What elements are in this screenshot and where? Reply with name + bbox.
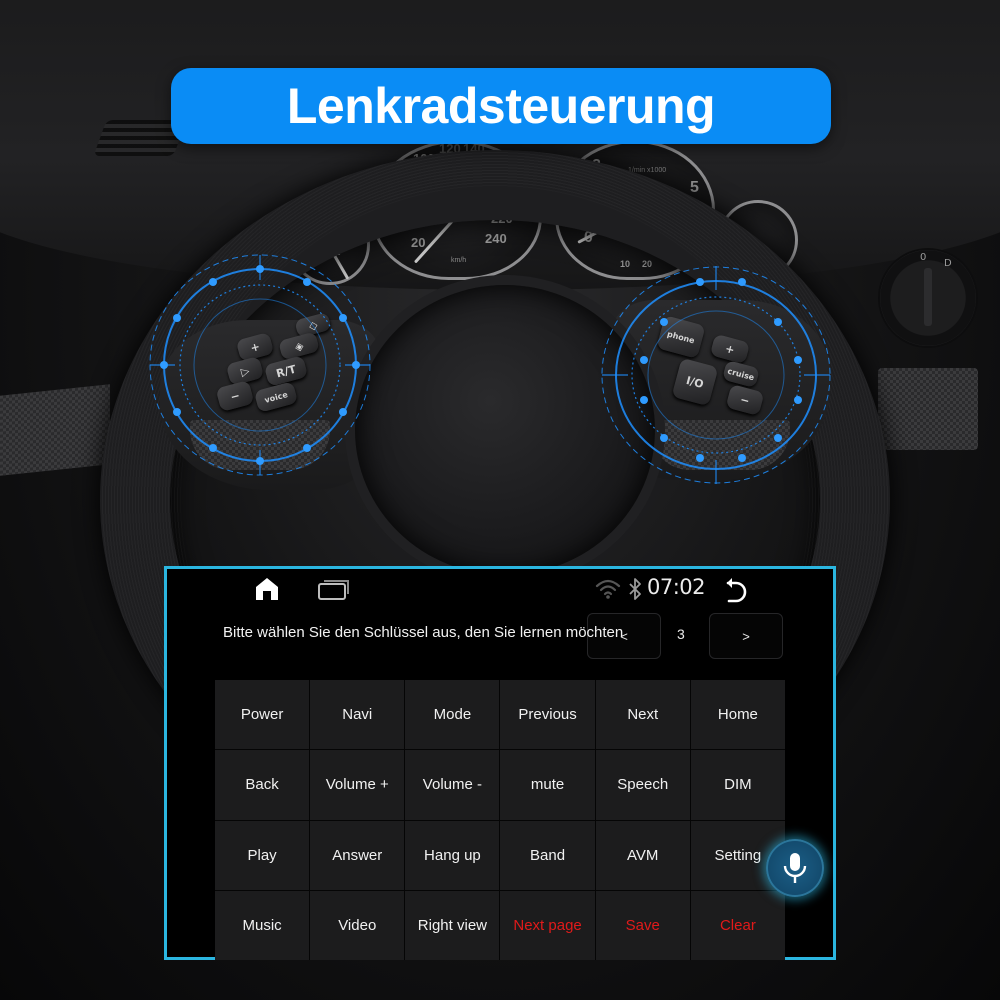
key-next[interactable]: Next bbox=[595, 680, 690, 750]
key-mute[interactable]: mute bbox=[500, 750, 595, 820]
key-band[interactable]: Band bbox=[500, 820, 595, 890]
key-next-page[interactable]: Next page bbox=[500, 890, 595, 960]
recents-icon[interactable] bbox=[317, 577, 351, 601]
key-previous[interactable]: Previous bbox=[500, 680, 595, 750]
status-bar: 07:02 bbox=[167, 569, 833, 609]
key-home[interactable]: Home bbox=[690, 680, 785, 750]
key-music[interactable]: Music bbox=[215, 890, 310, 960]
key-clear[interactable]: Clear bbox=[690, 890, 785, 960]
key-power[interactable]: Power bbox=[215, 680, 310, 750]
key-video[interactable]: Video bbox=[310, 890, 405, 960]
spoke-carbon-trim-right bbox=[650, 420, 790, 470]
key-right-view[interactable]: Right view bbox=[405, 890, 500, 960]
key-navi[interactable]: Navi bbox=[310, 680, 405, 750]
key-hang-up[interactable]: Hang up bbox=[405, 820, 500, 890]
carbon-trim-right bbox=[878, 368, 978, 450]
microphone-icon bbox=[783, 853, 807, 883]
key-selection-grid: Power Navi Mode Previous Next Home Back Volume … bbox=[215, 680, 785, 960]
key-answer[interactable]: Answer bbox=[310, 820, 405, 890]
key-dim[interactable]: DIM bbox=[690, 750, 785, 820]
key-volume-down[interactable]: Volume - bbox=[405, 750, 500, 820]
page-number: 3 bbox=[677, 626, 685, 642]
key-avm[interactable]: AVM bbox=[595, 820, 690, 890]
spoke-carbon-trim-left bbox=[190, 420, 330, 470]
next-page-button[interactable]: > bbox=[709, 613, 783, 659]
title-banner: Lenkradsteuerung bbox=[171, 68, 831, 144]
key-save[interactable]: Save bbox=[595, 890, 690, 960]
tach-tick-label: 5 bbox=[690, 179, 699, 196]
key-speech[interactable]: Speech bbox=[595, 750, 690, 820]
light-switch-knob: 0 D bbox=[880, 250, 976, 346]
steering-airbag-hub bbox=[355, 285, 655, 575]
key-play[interactable]: Play bbox=[215, 820, 310, 890]
light-switch-mark: 0 bbox=[920, 252, 927, 263]
clock: 07:02 bbox=[647, 575, 706, 599]
key-volume-up[interactable]: Volume + bbox=[310, 750, 405, 820]
back-icon[interactable] bbox=[723, 574, 753, 604]
carbon-trim-left bbox=[0, 384, 110, 476]
light-switch-mark: D bbox=[944, 258, 952, 269]
home-icon[interactable] bbox=[253, 575, 281, 603]
voice-assistant-button[interactable] bbox=[766, 839, 824, 897]
banner-title: Lenkradsteuerung bbox=[286, 78, 716, 134]
instruction-text: Bitte wählen Sie den Schlüssel aus, den … bbox=[223, 624, 624, 641]
wifi-icon bbox=[595, 577, 621, 601]
head-unit-screen: 07:02 < Bitte wählen Sie den Schlüssel a… bbox=[164, 566, 836, 960]
key-back[interactable]: Back bbox=[215, 750, 310, 820]
key-mode[interactable]: Mode bbox=[405, 680, 500, 750]
bluetooth-icon bbox=[627, 576, 643, 602]
